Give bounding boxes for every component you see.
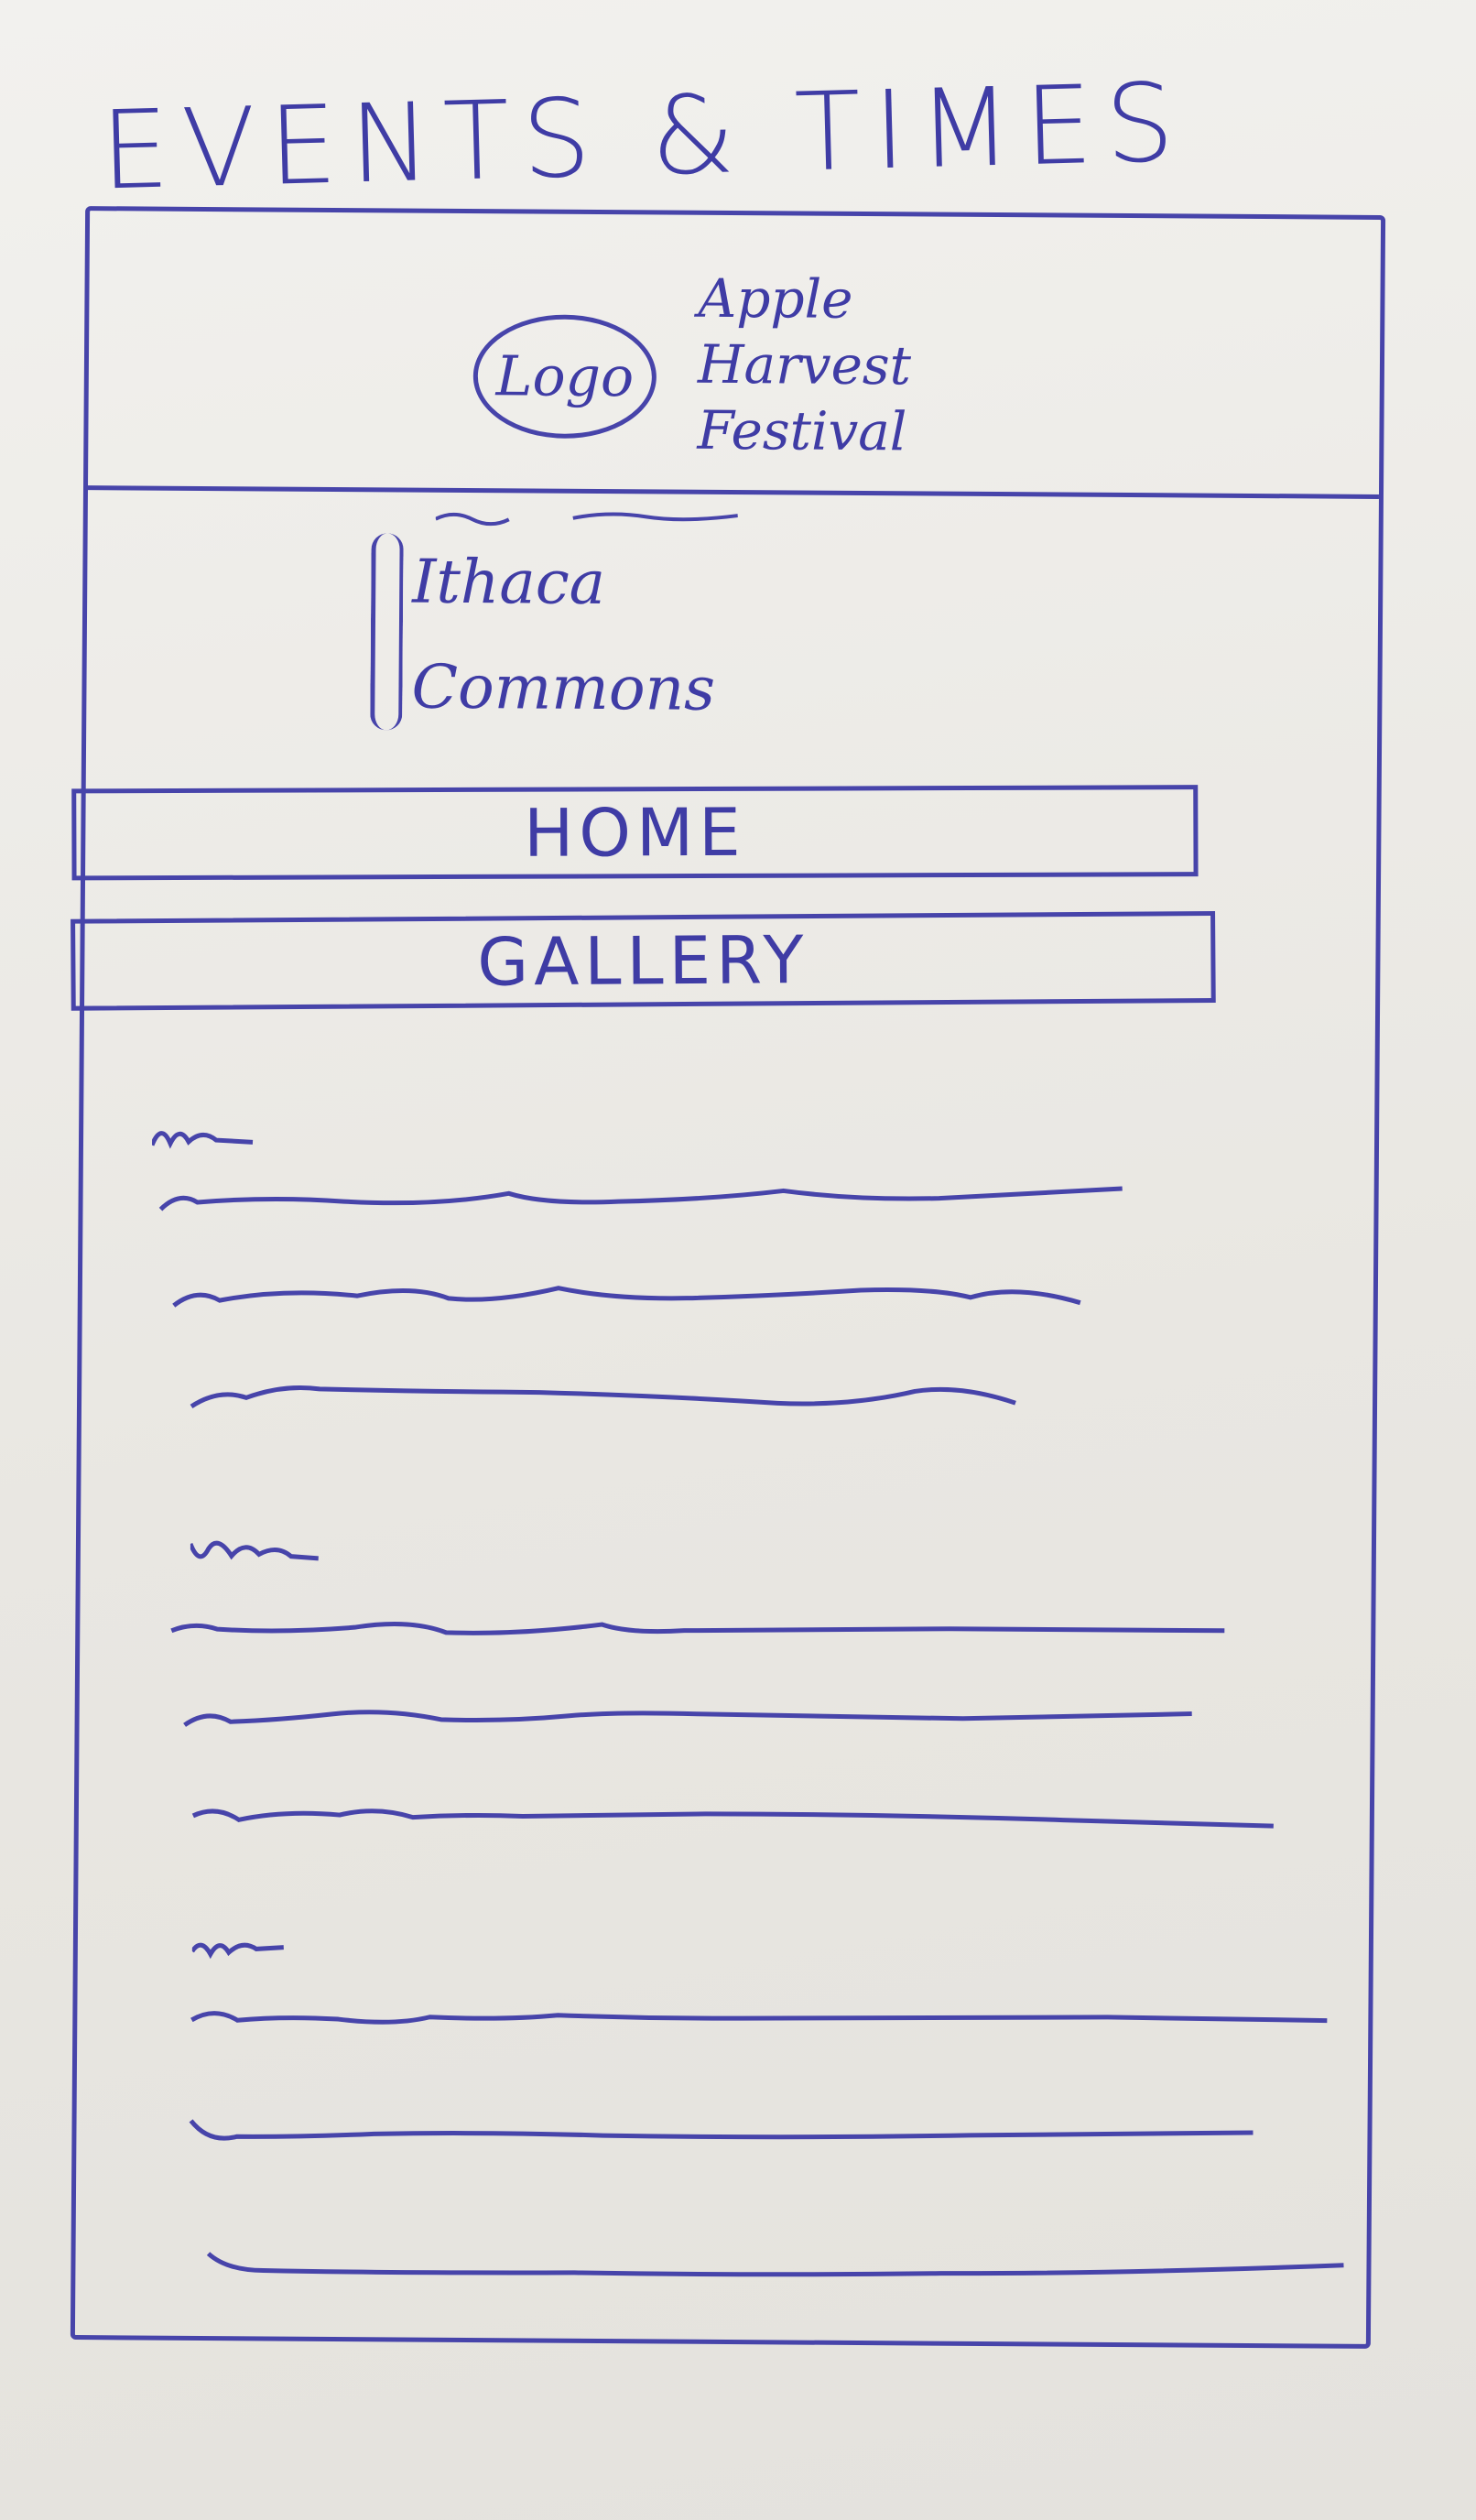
event-group bbox=[78, 1928, 1369, 2277]
event-group bbox=[81, 1529, 1372, 1829]
event-line-placeholder bbox=[191, 1796, 1274, 1840]
event-line-placeholder bbox=[158, 1182, 1123, 1225]
squiggle-placeholder bbox=[435, 512, 738, 527]
location-line: Commons bbox=[411, 651, 716, 724]
event-line-placeholder bbox=[183, 1700, 1192, 1743]
event-line-placeholder bbox=[172, 1278, 1081, 1321]
gallery-button[interactable]: GALLERY bbox=[71, 910, 1216, 1011]
home-button[interactable]: HOME bbox=[71, 785, 1199, 881]
site-name-line: Harvest bbox=[697, 332, 912, 397]
event-line-placeholder bbox=[190, 2002, 1328, 2047]
event-line-placeholder bbox=[206, 2244, 1344, 2289]
event-line-placeholder bbox=[189, 2116, 1254, 2160]
site-header: Logo Apple Harvest Festival bbox=[87, 211, 1382, 499]
site-name: Apple Harvest Festival bbox=[697, 266, 1082, 466]
page-title: EVENTS & TIMES bbox=[99, 59, 1188, 214]
event-group bbox=[83, 1117, 1374, 1409]
location-text: Ithaca Commons bbox=[361, 528, 962, 744]
phone-frame: Logo Apple Harvest Festival Ithaca Commo… bbox=[70, 206, 1386, 2349]
group-heading-scribble bbox=[151, 1131, 254, 1149]
group-heading-scribble bbox=[190, 1540, 320, 1561]
event-line-placeholder bbox=[170, 1613, 1225, 1656]
site-name-line: Apple bbox=[698, 266, 853, 331]
site-name-line: Festival bbox=[697, 398, 907, 463]
event-line-placeholder bbox=[190, 1379, 1016, 1421]
group-heading-scribble bbox=[191, 1942, 285, 1960]
location-line: Ithaca bbox=[412, 546, 606, 619]
logo[interactable]: Logo bbox=[472, 314, 657, 440]
sketch-paper: EVENTS & TIMES Logo Apple Harvest Festiv… bbox=[0, 0, 1476, 2520]
